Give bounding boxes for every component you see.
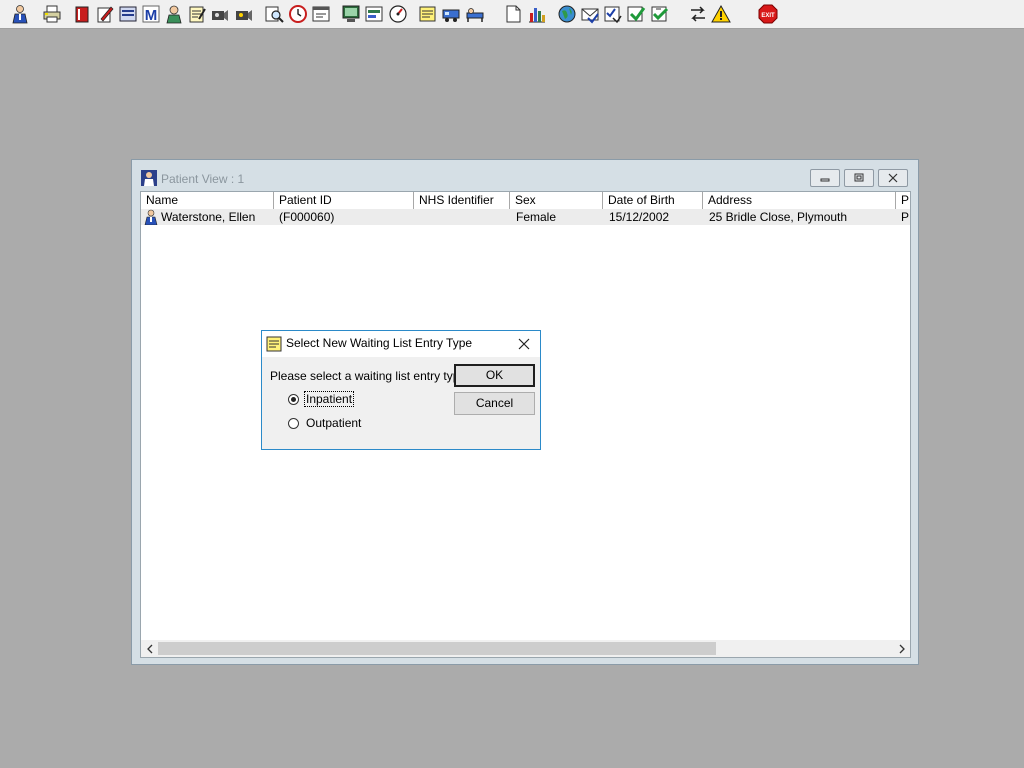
column-header-date-of-birth[interactable]: Date of Birth (603, 192, 703, 209)
cancel-button[interactable]: Cancel (454, 392, 535, 415)
dialog-close-button[interactable] (516, 336, 532, 352)
scrollbar-thumb[interactable] (158, 642, 716, 655)
column-header-nhs-identifier[interactable]: NHS Identifier (414, 192, 510, 209)
green-check-icon[interactable] (650, 4, 670, 24)
magnifier-icon[interactable] (264, 4, 284, 24)
list-icon (266, 336, 282, 355)
window-title: Patient View : 1 (161, 172, 245, 186)
printer-icon[interactable] (42, 4, 62, 24)
chevron-left-icon (146, 644, 152, 653)
close-icon (888, 173, 898, 183)
column-header-address[interactable]: Address (703, 192, 896, 209)
radio-label-outpatient[interactable]: Outpatient (305, 416, 362, 430)
svg-text:EXIT: EXIT (761, 13, 775, 19)
list-icon[interactable] (418, 4, 438, 24)
cell-patient-id: (F000060) (279, 210, 335, 224)
dialog-prompt: Please select a waiting list entry type (270, 369, 467, 383)
chevron-right-icon (899, 644, 905, 653)
doctor-icon[interactable] (164, 4, 184, 24)
cell-address: 25 Bridle Close, Plymouth (709, 210, 848, 224)
bed-icon[interactable] (465, 4, 485, 24)
scan-icon[interactable] (118, 4, 138, 24)
swap-icon[interactable] (688, 4, 708, 24)
close-button[interactable] (878, 169, 908, 187)
window-title-bar[interactable]: Patient View : 1 (132, 160, 918, 192)
minimize-icon (820, 178, 830, 182)
column-header-sex[interactable]: Sex (510, 192, 603, 209)
radio-button-inpatient[interactable] (288, 393, 299, 405)
transport-icon[interactable] (441, 4, 461, 24)
radio-button-outpatient[interactable] (288, 417, 299, 429)
column-header-name[interactable]: Name (141, 192, 274, 209)
cell-p: P (901, 210, 910, 224)
table-row[interactable]: Waterstone, Ellen (F000060) Female 15/12… (141, 209, 910, 225)
cell-sex: Female (516, 210, 557, 224)
cell-date-of-birth: 15/12/2002 (609, 210, 670, 224)
dialog-title: Select New Waiting List Entry Type (286, 336, 473, 350)
window-icon[interactable] (311, 4, 331, 24)
m-letter-icon[interactable]: M (141, 4, 161, 24)
patient-icon[interactable] (10, 4, 30, 24)
svg-text:M: M (145, 7, 158, 24)
restore-button[interactable] (844, 169, 874, 187)
document-chart-icon[interactable] (364, 4, 384, 24)
patient-row-icon (143, 209, 159, 225)
radio-outpatient[interactable]: Outpatient (288, 415, 362, 431)
waiting-list-type-dialog: Select New Waiting List Entry Type Pleas… (261, 330, 541, 450)
bar-chart-icon[interactable] (527, 4, 547, 24)
clock-icon[interactable] (288, 4, 308, 24)
blank-page-icon[interactable] (503, 4, 523, 24)
mail-icon[interactable] (580, 4, 600, 24)
green-arrow-icon[interactable] (626, 4, 646, 24)
patient-icon (141, 170, 157, 189)
scroll-left-button[interactable] (141, 640, 158, 657)
restore-icon (854, 173, 864, 182)
dialog-title-bar[interactable]: Select New Waiting List Entry Type (262, 331, 540, 357)
gauge-icon[interactable] (388, 4, 408, 24)
close-icon (518, 338, 530, 350)
red-book-icon[interactable] (72, 4, 92, 24)
warning-icon[interactable] (711, 4, 731, 24)
radio-inpatient[interactable]: Inpatient (288, 391, 355, 407)
scroll-right-button[interactable] (893, 640, 910, 657)
camera-icon[interactable] (210, 4, 230, 24)
notepad-icon[interactable] (187, 4, 207, 24)
minimize-button[interactable] (810, 169, 840, 187)
horizontal-scrollbar[interactable] (141, 640, 910, 657)
main-toolbar: M EXIT (0, 0, 1024, 29)
ok-button[interactable]: OK (454, 364, 535, 387)
exit-icon[interactable]: EXIT (758, 4, 778, 24)
radio-label-inpatient[interactable]: Inpatient (303, 391, 355, 407)
column-header-p[interactable]: P (896, 192, 910, 209)
edit-notes-icon[interactable] (95, 4, 115, 24)
globe-icon[interactable] (557, 4, 577, 24)
cell-name: Waterstone, Ellen (161, 210, 256, 224)
column-header-patient-id[interactable]: Patient ID (274, 192, 414, 209)
checklist-icon[interactable] (603, 4, 623, 24)
camera-2-icon[interactable] (234, 4, 254, 24)
column-headers: Name Patient ID NHS Identifier Sex Date … (141, 192, 910, 210)
monitor-icon[interactable] (341, 4, 361, 24)
